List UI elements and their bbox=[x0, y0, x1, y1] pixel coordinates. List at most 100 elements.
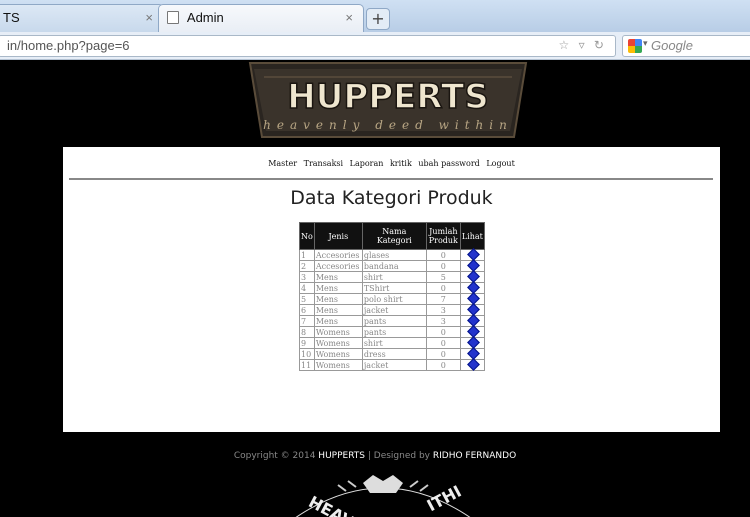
cell-jumlah-produk: 5 bbox=[425, 271, 461, 283]
chevron-down-icon[interactable]: ▾ bbox=[643, 38, 648, 49]
footer: Copyright © 2014 HUPPERTS | Designed by … bbox=[0, 451, 750, 461]
cell-no: 11 bbox=[299, 359, 315, 371]
col-jenis: Jenis bbox=[313, 222, 363, 250]
view-detail-icon[interactable] bbox=[467, 360, 478, 368]
tab-title: TS bbox=[3, 10, 20, 25]
table-row: 4 Mens TShirt 0 bbox=[299, 282, 485, 294]
view-detail-icon[interactable] bbox=[467, 261, 478, 269]
kategori-table: No Jenis Nama Kategori Jumlah Produk Lih… bbox=[299, 222, 485, 371]
cell-nama-kategori: TShirt bbox=[361, 282, 427, 294]
cell-nama-kategori: polo shirt bbox=[361, 293, 427, 305]
menu-item-ubah-password[interactable]: ubah password bbox=[418, 159, 479, 168]
cell-nama-kategori: pants bbox=[361, 326, 427, 338]
page-body: HUPPERTS heavenly deed within Master Tra… bbox=[0, 61, 750, 517]
cell-nama-kategori: dress bbox=[361, 348, 427, 360]
address-bar[interactable]: in/home.php?page=6 ☆ ▿ ↻ bbox=[0, 35, 616, 57]
cell-jumlah-produk: 7 bbox=[425, 293, 461, 305]
cell-no: 8 bbox=[299, 326, 315, 338]
close-icon[interactable]: × bbox=[345, 10, 353, 25]
cell-jumlah-produk: 0 bbox=[425, 326, 461, 338]
content-panel: Master Transaksi Laporan kritik ubah pas… bbox=[63, 147, 720, 432]
footer-brand: HUPPERTS bbox=[318, 451, 366, 461]
tab-title: Admin bbox=[186, 10, 224, 25]
cell-jumlah-produk: 0 bbox=[425, 359, 461, 371]
table-row: 10 Womens dress 0 bbox=[299, 348, 485, 360]
table-row: 3 Mens shirt 5 bbox=[299, 271, 485, 283]
table-row: 6 Mens jacket 3 bbox=[299, 304, 485, 316]
cell-jenis: Womens bbox=[313, 337, 363, 349]
cell-jumlah-produk: 0 bbox=[425, 260, 461, 272]
cell-jumlah-produk: 0 bbox=[425, 249, 461, 261]
table-header-row: No Jenis Nama Kategori Jumlah Produk Lih… bbox=[299, 222, 485, 250]
cell-no: 10 bbox=[299, 348, 315, 360]
cell-no: 2 bbox=[299, 260, 315, 272]
view-detail-icon[interactable] bbox=[467, 250, 478, 258]
cell-jenis: Accesories bbox=[313, 249, 363, 261]
logo-tagline: heavenly deed within bbox=[263, 118, 513, 132]
close-icon[interactable]: × bbox=[145, 10, 153, 25]
table-row: 9 Womens shirt 0 bbox=[299, 337, 485, 349]
table-row: 5 Mens polo shirt 7 bbox=[299, 293, 485, 305]
cell-jenis: Mens bbox=[313, 282, 363, 294]
cell-nama-kategori: jacket bbox=[361, 359, 427, 371]
new-tab-button[interactable]: + bbox=[366, 8, 390, 30]
logo-title: HUPPERTS bbox=[287, 77, 488, 117]
table-body: 1 Accesories glases 0 2 Accesories bandana 0 3 Me… bbox=[299, 249, 485, 371]
footer-separator: | Designed by bbox=[365, 451, 433, 461]
cell-jenis: Mens bbox=[313, 315, 363, 327]
cell-jumlah-produk: 3 bbox=[425, 304, 461, 316]
view-detail-icon[interactable] bbox=[467, 316, 478, 324]
view-detail-icon[interactable] bbox=[467, 338, 478, 346]
browser-tab-active[interactable]: Admin × bbox=[158, 4, 364, 32]
cell-lihat bbox=[459, 359, 485, 371]
cell-jenis: Accesories bbox=[313, 260, 363, 272]
cell-jenis: Womens bbox=[313, 359, 363, 371]
menu-item-logout[interactable]: Logout bbox=[486, 159, 514, 168]
bookmark-star-icon[interactable]: ☆ ▿ ↻ bbox=[558, 38, 607, 52]
cell-jumlah-produk: 0 bbox=[425, 282, 461, 294]
cell-no: 3 bbox=[299, 271, 315, 283]
menu-item-kritik[interactable]: kritik bbox=[390, 159, 412, 168]
cell-jenis: Mens bbox=[313, 271, 363, 283]
cell-jenis: Mens bbox=[313, 293, 363, 305]
table-row: 1 Accesories glases 0 bbox=[299, 249, 485, 261]
view-detail-icon[interactable] bbox=[467, 294, 478, 302]
cell-no: 6 bbox=[299, 304, 315, 316]
admin-menu: Master Transaksi Laporan kritik ubah pas… bbox=[63, 159, 720, 168]
col-lihat: Lihat bbox=[459, 222, 485, 250]
view-detail-icon[interactable] bbox=[467, 283, 478, 291]
cell-nama-kategori: pants bbox=[361, 315, 427, 327]
cell-nama-kategori: jacket bbox=[361, 304, 427, 316]
footer-author: RIDHO FERNANDO bbox=[432, 451, 517, 461]
col-jumlah-produk: Jumlah Produk bbox=[425, 222, 461, 250]
menu-item-master[interactable]: Master bbox=[268, 159, 297, 168]
cell-jenis: Womens bbox=[313, 326, 363, 338]
page-title: Data Kategori Produk bbox=[290, 187, 493, 209]
cell-no: 9 bbox=[299, 337, 315, 349]
url-text: in/home.php?page=6 bbox=[7, 38, 130, 53]
view-detail-icon[interactable] bbox=[467, 349, 478, 357]
col-no: No bbox=[299, 222, 315, 250]
menu-item-laporan[interactable]: Laporan bbox=[350, 159, 384, 168]
cell-nama-kategori: shirt bbox=[361, 337, 427, 349]
search-input[interactable]: ▾ Google bbox=[622, 35, 750, 57]
cell-nama-kategori: shirt bbox=[361, 271, 427, 283]
cell-nama-kategori: bandana bbox=[361, 260, 427, 272]
table-row: 2 Accesories bandana 0 bbox=[299, 260, 485, 272]
search-placeholder: Google bbox=[651, 38, 693, 53]
view-detail-icon[interactable] bbox=[467, 272, 478, 280]
menu-divider bbox=[69, 178, 713, 180]
cell-jumlah-produk: 3 bbox=[425, 315, 461, 327]
view-detail-icon[interactable] bbox=[467, 305, 478, 313]
browser-tab-inactive[interactable]: TS × bbox=[0, 4, 164, 32]
badge-text-left: HEAV bbox=[306, 492, 358, 517]
menu-item-transaksi[interactable]: Transaksi bbox=[304, 159, 343, 168]
footer-copyright: Copyright © 2014 bbox=[233, 451, 319, 461]
cell-jenis: Mens bbox=[313, 304, 363, 316]
cell-jumlah-produk: 0 bbox=[425, 337, 461, 349]
view-detail-icon[interactable] bbox=[467, 327, 478, 335]
browser-nav-bar: in/home.php?page=6 ☆ ▿ ↻ ▾ Google bbox=[0, 32, 750, 60]
cell-nama-kategori: glases bbox=[361, 249, 427, 261]
browser-tab-bar: TS × Admin × + bbox=[0, 0, 750, 32]
cell-no: 7 bbox=[299, 315, 315, 327]
